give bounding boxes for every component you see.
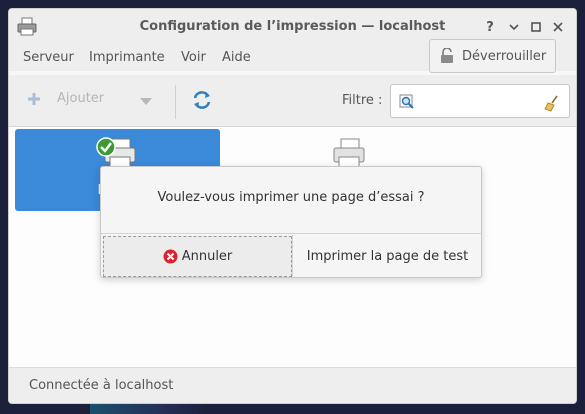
cancel-icon xyxy=(163,249,178,264)
print-test-page-button[interactable]: Imprimer la page de test xyxy=(292,235,482,278)
add-dropdown-arrow[interactable] xyxy=(140,98,152,105)
cancel-label: Annuler xyxy=(181,249,233,264)
unlock-label: Déverrouiller xyxy=(462,48,547,64)
minimize-icon xyxy=(509,24,519,31)
menu-voir[interactable]: Voir xyxy=(181,50,206,65)
maximize-button[interactable] xyxy=(528,19,544,35)
refresh-icon[interactable] xyxy=(191,89,213,111)
print-test-page-label: Imprimer la page de test xyxy=(306,249,469,264)
filter-input[interactable] xyxy=(390,84,570,118)
menu-serveur[interactable]: Serveur xyxy=(23,50,74,65)
menu-imprimante[interactable]: Imprimante xyxy=(89,50,165,65)
close-button[interactable] xyxy=(550,19,566,35)
close-icon xyxy=(553,22,563,32)
unlock-button[interactable]: Déverrouiller xyxy=(429,39,556,73)
add-printer-button[interactable]: Ajouter xyxy=(27,91,104,106)
status-bar: Connectée à localhost xyxy=(9,367,576,403)
minimize-button[interactable] xyxy=(506,19,522,35)
clear-broom-icon[interactable] xyxy=(543,94,561,112)
toolbar: Ajouter Filtre : xyxy=(9,75,576,127)
dialog-button-row: Annuler Imprimer la page de test xyxy=(101,233,481,278)
default-check-icon xyxy=(96,137,116,157)
maximize-icon xyxy=(531,22,541,32)
status-text: Connectée à localhost xyxy=(29,378,174,393)
filter-label: Filtre : xyxy=(342,93,383,108)
toolbar-separator xyxy=(175,85,176,119)
help-button[interactable]: ? xyxy=(482,19,498,35)
test-page-dialog: Voulez-vous imprimer une page d’essai ? … xyxy=(100,166,482,278)
plus-icon xyxy=(28,92,40,105)
lock-icon xyxy=(441,48,453,63)
add-label: Ajouter xyxy=(57,91,105,106)
dialog-message: Voulez-vous imprimer une page d’essai ? xyxy=(157,190,425,205)
menu-aide[interactable]: Aide xyxy=(222,50,251,65)
cancel-button[interactable]: Annuler xyxy=(103,236,292,277)
search-icon xyxy=(399,94,414,109)
help-icon: ? xyxy=(486,19,494,35)
